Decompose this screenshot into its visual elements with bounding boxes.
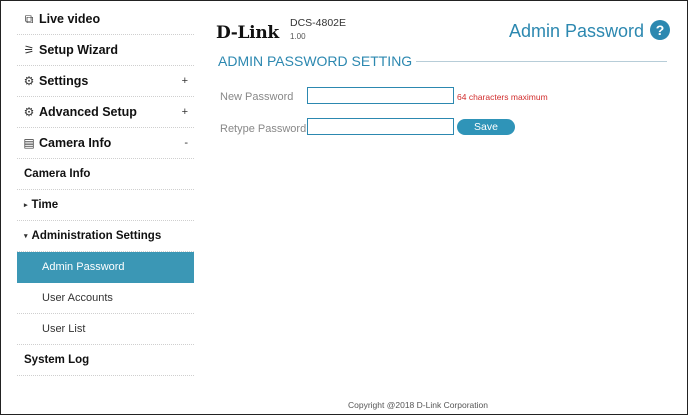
sidebar-item-label: User List	[42, 323, 86, 335]
sidebar-item-label: Setup Wizard	[39, 43, 119, 57]
brand-logo: D-Link	[216, 23, 279, 43]
section-title: ADMIN PASSWORD SETTING	[218, 53, 417, 69]
expand-icon[interactable]: +	[182, 75, 188, 87]
sidebar: ⧉ Live video ⚞ Setup Wizard ⚙ Settings +…	[17, 4, 194, 414]
sidebar-item-label: Advanced Setup	[39, 105, 137, 119]
sidebar-item-label: System Log	[24, 354, 90, 366]
page-title: Admin Password	[508, 21, 644, 41]
sidebar-item-setup-wizard[interactable]: ⚞ Setup Wizard	[17, 35, 194, 66]
sidebar-item-label: Live video	[39, 12, 101, 26]
retype-password-label: Retype Password	[220, 123, 307, 135]
sidebar-subitem-camera-info[interactable]: Camera Info	[17, 159, 194, 190]
sidebar-item-settings[interactable]: ⚙ Settings +	[17, 66, 194, 97]
sidebar-item-label: Administration Settings	[31, 230, 162, 242]
section-header: ADMIN PASSWORD SETTING	[218, 53, 667, 69]
sidebar-item-camera-info[interactable]: ▤ Camera Info -	[17, 128, 194, 159]
sidebar-item-live-video[interactable]: ⧉ Live video	[17, 4, 194, 35]
sidebar-item-label: Camera Info	[24, 168, 91, 180]
sidebar-subitem-system-log[interactable]: System Log	[17, 345, 194, 376]
sidebar-item-advanced-setup[interactable]: ⚙ Advanced Setup +	[17, 97, 194, 128]
sidebar-item-label: Time	[31, 199, 59, 211]
firmware-version: 1.00	[290, 32, 306, 41]
expand-icon[interactable]: +	[182, 106, 188, 118]
sidebar-item-label: Camera Info	[39, 136, 112, 150]
new-password-label: New Password	[220, 91, 294, 103]
sidebar-item-label: Admin Password	[42, 261, 125, 273]
advanced-settings-icon: ⚙	[23, 105, 35, 119]
help-icon[interactable]: ?	[650, 20, 670, 40]
document-icon: ▤	[23, 136, 35, 150]
sidebar-item-label: User Accounts	[42, 292, 113, 304]
password-length-hint: 64 characters maximum	[457, 92, 548, 102]
sidebar-subitem-time[interactable]: ▸ Time	[17, 190, 194, 221]
collapse-icon[interactable]: -	[184, 137, 188, 149]
settings-icon: ⚙	[23, 74, 35, 88]
sidebar-leaf-user-accounts[interactable]: User Accounts	[17, 283, 194, 314]
caret-down-icon: ▾	[24, 233, 28, 240]
copyright-text: Copyright @2018 D-Link Corporation	[348, 400, 488, 410]
wizard-icon: ⚞	[23, 43, 35, 57]
live-video-icon: ⧉	[24, 11, 34, 26]
new-password-field[interactable]	[307, 87, 454, 104]
caret-right-icon: ▸	[24, 202, 28, 209]
save-button[interactable]: Save	[457, 119, 515, 135]
sidebar-leaf-admin-password[interactable]: Admin Password	[17, 252, 194, 283]
sidebar-leaf-user-list[interactable]: User List	[17, 314, 194, 345]
model-name: DCS-4802E	[290, 17, 347, 29]
sidebar-subitem-administration-settings[interactable]: ▾ Administration Settings	[17, 221, 194, 252]
retype-password-field[interactable]	[307, 118, 454, 135]
sidebar-item-label: Settings	[39, 74, 89, 88]
